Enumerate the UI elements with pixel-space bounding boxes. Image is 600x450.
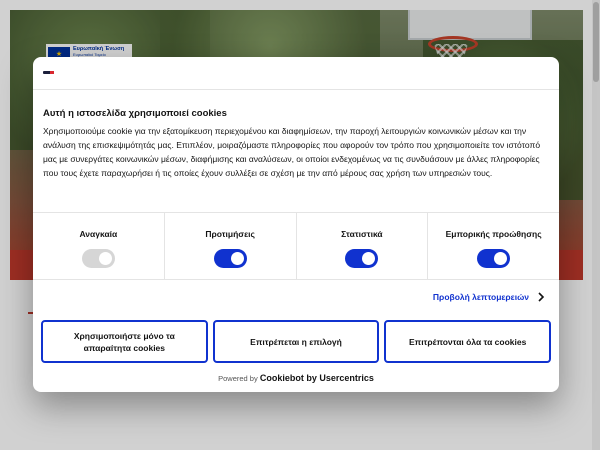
show-details-label: Προβολή λεπτομερειών [432,292,529,302]
category-label: Στατιστικά [341,229,383,239]
statistics-toggle[interactable] [345,249,379,268]
marketing-toggle[interactable] [477,249,511,268]
consent-buttons: Χρησιμοποιήστε μόνο τα απαραίτητα cookie… [41,320,552,363]
allow-all-button[interactable]: Επιτρέπονται όλα τα cookies [384,320,552,363]
powered-by-brand: Cookiebot by Usercentrics [259,373,374,383]
cookiebot-logo-icon [43,71,54,74]
cookie-consent-dialog: Αυτή η ιστοσελίδα χρησιμοποιεί cookies Χ… [33,57,559,392]
dialog-description: Χρησιμοποιούμε cookie για την εξατομίκευ… [43,126,541,178]
allow-selection-button[interactable]: Επιτρέπεται η επιλογή [212,320,380,363]
category-marketing: Εμπορικής προώθησης [428,213,559,279]
category-label: Εμπορικής προώθησης [445,229,542,239]
category-label: Αναγκαία [79,229,118,239]
chevron-right-icon [538,292,545,302]
dialog-header [33,57,559,90]
category-preferences: Προτιμήσεις [165,213,297,279]
powered-by-prefix: Powered by [218,374,258,383]
category-statistics: Στατιστικά [297,213,429,279]
cookie-category-toggles: Αναγκαία Προτιμήσεις Στατιστικά Εμπορική… [33,212,559,280]
necessary-toggle [81,249,115,268]
show-details-link[interactable]: Προβολή λεπτομερειών [433,292,545,302]
dialog-title: Αυτή η ιστοσελίδα χρησιμοποιεί cookies [43,108,227,119]
preferences-toggle[interactable] [213,249,247,268]
category-label: Προτιμήσεις [205,229,255,239]
powered-by[interactable]: Powered by Cookiebot by Usercentrics [33,373,559,383]
necessary-only-button[interactable]: Χρησιμοποιήστε μόνο τα απαραίτητα cookie… [41,320,208,363]
category-necessary: Αναγκαία [33,213,165,279]
